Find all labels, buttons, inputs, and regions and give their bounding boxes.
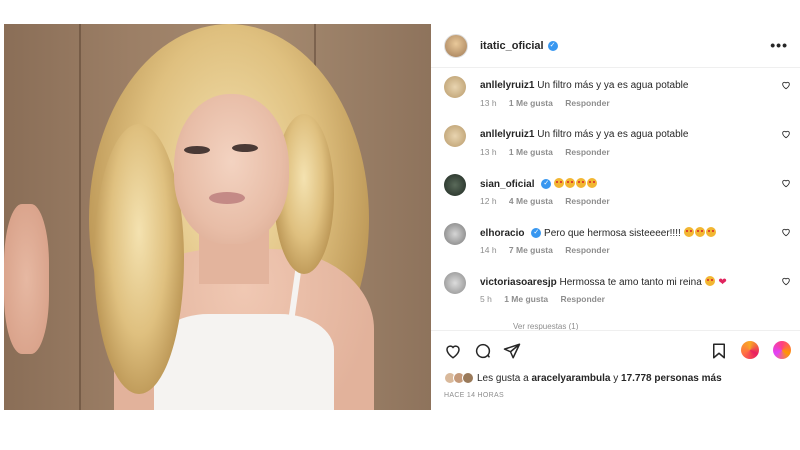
post-timestamp: HACE 14 HORAS (444, 392, 504, 399)
verified-badge-icon: ✓ (541, 179, 552, 190)
comment-body: Hermossa te amo tanto mi reina (559, 277, 702, 288)
comment-item: anllelyruiz1 Un filtro más y ya es agua … (444, 117, 794, 167)
verified-badge-icon: ✓ (531, 228, 542, 239)
comments-list: anllelyruiz1 Un filtro más y ya es agua … (431, 68, 800, 330)
likes-middle: y (613, 372, 619, 384)
commenter-username[interactable]: elhoracio (480, 228, 524, 239)
commenter-avatar[interactable] (444, 223, 466, 245)
reply-button[interactable]: Responder (565, 196, 609, 206)
share-icon[interactable] (503, 342, 521, 360)
likes-text[interactable]: Les gusta a aracelyarambula y 17.778 per… (477, 373, 722, 384)
post-header: itatic_oficial ✓ ••• (431, 24, 800, 68)
comment-text: sian_oficial ✓ (480, 178, 770, 190)
heart-eyes-emoji-icon (704, 276, 715, 286)
more-options-icon[interactable]: ••• (770, 37, 788, 53)
verified-badge-icon: ✓ (547, 40, 558, 51)
comment-time: 13 h (480, 98, 497, 108)
post-photo[interactable] (4, 24, 431, 410)
commenter-avatar[interactable] (444, 76, 466, 98)
comment-like-heart-icon[interactable] (781, 178, 791, 188)
comment-body: Un filtro más y ya es agua potable (537, 80, 689, 91)
instagram-logo-icon[interactable] (773, 341, 791, 359)
heart-eyes-emoji-icon (554, 178, 565, 188)
comment-text: anllelyruiz1 Un filtro más y ya es agua … (480, 80, 770, 91)
comment-likes[interactable]: 1 Me gusta (509, 98, 553, 108)
eye-left (184, 146, 210, 154)
comment-meta: 5 h 1 Me gusta Responder (480, 294, 615, 304)
action-bar (431, 330, 800, 370)
extension-badge-icon[interactable] (741, 341, 759, 359)
eye-right (232, 144, 258, 152)
author-username[interactable]: itatic_oficial (480, 40, 544, 52)
commenter-username[interactable]: sian_oficial (480, 179, 534, 190)
comment-body: Pero que hermosa sisteeeer!!!! (544, 228, 681, 239)
commenter-username[interactable]: anllelyruiz1 (480, 80, 534, 91)
view-replies-link[interactable]: Ver respuestas (1) (513, 322, 578, 330)
comment-like-heart-icon[interactable] (781, 80, 791, 90)
likes-count[interactable]: 17.778 personas más (621, 373, 722, 384)
comment-item: anllelyruiz1 Un filtro más y ya es agua … (444, 68, 794, 118)
comment-time: 14 h (480, 245, 497, 255)
comment-likes[interactable]: 7 Me gusta (509, 245, 553, 255)
comment-meta: 13 h 1 Me gusta Responder (480, 147, 620, 157)
commenter-avatar[interactable] (444, 125, 466, 147)
comment-icon[interactable] (474, 342, 492, 360)
commenter-username[interactable]: victoriasoaresjp (480, 277, 557, 288)
comment-meta: 14 h 7 Me gusta Responder (480, 245, 620, 255)
reply-button[interactable]: Responder (565, 98, 609, 108)
heart-eyes-emoji-icon (683, 227, 694, 237)
reply-button[interactable]: Responder (565, 147, 609, 157)
liker-avatar (462, 372, 474, 384)
reply-button[interactable]: Responder (565, 245, 609, 255)
reply-button[interactable]: Responder (561, 294, 605, 304)
heart-icon[interactable] (444, 342, 462, 360)
white-top (154, 314, 334, 410)
comment-text: elhoracio ✓ Pero que hermosa sisteeeer!!… (480, 227, 770, 239)
liker-username[interactable]: aracelyarambula (532, 373, 611, 384)
instagram-post-view: itatic_oficial ✓ ••• anllelyruiz1 Un fil… (0, 0, 800, 450)
comment-likes[interactable]: 4 Me gusta (509, 196, 553, 206)
comment-text: victoriasoaresjp Hermossa te amo tanto m… (480, 276, 770, 288)
likes-prefix: Les gusta a (477, 372, 529, 384)
comment-likes[interactable]: 1 Me gusta (509, 147, 553, 157)
comment-time: 5 h (480, 294, 492, 304)
comment-text: anllelyruiz1 Un filtro más y ya es agua … (480, 129, 770, 140)
heart-eyes-emoji-icon (576, 178, 587, 188)
author-avatar[interactable] (444, 33, 468, 58)
comment-likes[interactable]: 1 Me gusta (504, 294, 548, 304)
hand (4, 204, 49, 354)
comment-item: victoriasoaresjp Hermossa te amo tanto m… (444, 264, 794, 314)
comment-item: sian_oficial ✓ 12 h 4 Me gusta Responder (444, 166, 794, 216)
comment-meta: 13 h 1 Me gusta Responder (480, 98, 620, 108)
commenter-username[interactable]: anllelyruiz1 (480, 129, 534, 140)
heart-eyes-emoji-icon (565, 178, 576, 188)
wall-panel-line (79, 24, 81, 410)
likes-summary: Les gusta a aracelyarambula y 17.778 per… (444, 372, 722, 384)
comment-time: 12 h (480, 196, 497, 206)
hair-left (94, 124, 184, 394)
commenter-avatar[interactable] (444, 174, 466, 196)
comment-time: 13 h (480, 147, 497, 157)
comment-body: Un filtro más y ya es agua potable (537, 129, 689, 140)
comment-like-heart-icon[interactable] (781, 227, 791, 237)
bookmark-icon[interactable] (710, 342, 728, 360)
comment-like-heart-icon[interactable] (781, 129, 791, 139)
lips (209, 192, 245, 204)
face (174, 94, 289, 244)
comment-like-heart-icon[interactable] (781, 276, 791, 286)
heart-eyes-emoji-icon (587, 178, 598, 188)
post-side-panel: itatic_oficial ✓ ••• anllelyruiz1 Un fil… (431, 24, 800, 410)
heart-eyes-emoji-icon (694, 227, 705, 237)
comment-item: elhoracio ✓ Pero que hermosa sisteeeer!!… (444, 215, 794, 265)
heart-eyes-emoji-icon (705, 227, 716, 237)
commenter-avatar[interactable] (444, 272, 466, 294)
red-heart-icon: ❤ (718, 277, 727, 288)
comment-meta: 12 h 4 Me gusta Responder (480, 196, 620, 206)
